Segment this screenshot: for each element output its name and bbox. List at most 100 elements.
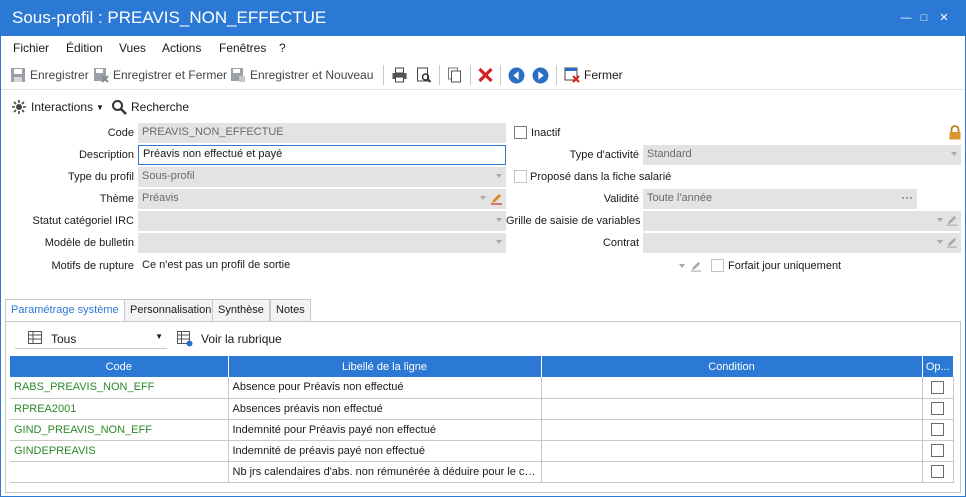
search-button[interactable]: Recherche <box>111 95 189 119</box>
row-code[interactable]: GINDEPREAVIS <box>10 440 229 462</box>
chevron-down-icon <box>496 240 502 244</box>
next-icon[interactable] <box>532 67 549 84</box>
divider <box>1 89 965 90</box>
row-code[interactable]: GIND_PREAVIS_NON_EFF <box>10 419 229 441</box>
forfait-label: Forfait jour uniquement <box>728 260 842 272</box>
column-header-condition[interactable]: Condition <box>541 356 923 377</box>
row-option-cell <box>922 377 954 399</box>
irc-select[interactable] <box>138 211 506 231</box>
row-condition[interactable] <box>541 440 923 462</box>
row-option-cell <box>922 419 954 441</box>
save-new-button[interactable]: Enregistrer et Nouveau <box>230 63 373 87</box>
grid-input-select[interactable] <box>643 211 961 231</box>
tab-personnalisation[interactable]: Personnalisation <box>124 299 218 321</box>
save-icon <box>11 68 25 82</box>
row-code[interactable]: RPREA2001 <box>10 398 229 420</box>
minimize-button[interactable]: — <box>897 10 915 26</box>
description-input[interactable]: Préavis non effectué et payé <box>138 145 506 165</box>
delete-icon[interactable] <box>477 67 494 83</box>
bulletin-select[interactable] <box>138 233 506 253</box>
edit-pencil-icon[interactable] <box>946 236 958 248</box>
chevron-down-icon <box>951 152 957 156</box>
table-row[interactable]: RABS_PREAVIS_NON_EFF Absence pour Préavi… <box>10 377 954 399</box>
print-preview-icon[interactable] <box>415 67 432 83</box>
copy-icon[interactable] <box>446 67 463 83</box>
menu-fichier[interactable]: Fichier <box>13 41 49 55</box>
code-field: PREAVIS_NON_EFFECTUE <box>138 123 506 143</box>
row-checkbox[interactable] <box>931 380 944 394</box>
previous-icon[interactable] <box>508 67 525 84</box>
window: Sous-profil : PREAVIS_NON_EFFECTUE — □ ✕… <box>0 0 966 497</box>
row-label[interactable]: Absences préavis non effectué <box>228 398 542 420</box>
menu-fenetres[interactable]: Fenêtres <box>219 41 266 55</box>
menu-actions[interactable]: Actions <box>162 41 201 55</box>
row-checkbox[interactable] <box>931 423 944 436</box>
tab-synthese[interactable]: Synthèse <box>212 299 270 321</box>
inactive-label: Inactif <box>531 127 561 139</box>
table-row[interactable]: GINDEPREAVIS Indemnité de préavis payé n… <box>10 440 954 462</box>
menu-help[interactable]: ? <box>279 41 286 55</box>
rupture-label: Motifs de rupture <box>51 260 134 272</box>
toolbar-separator <box>439 65 440 85</box>
profile-type-value: Sous-profil <box>142 170 195 182</box>
chevron-down-icon <box>496 218 502 222</box>
table-row[interactable]: Nb jrs calendaires d'abs. non rémunérée … <box>10 461 954 483</box>
row-option-cell <box>922 461 954 483</box>
code-label: Code <box>107 127 134 139</box>
row-condition[interactable] <box>541 419 923 441</box>
theme-select[interactable]: Préavis <box>138 189 506 209</box>
row-code[interactable]: RABS_PREAVIS_NON_EFF <box>10 377 229 399</box>
close-window-button[interactable]: ✕ <box>935 10 953 26</box>
menu-edition[interactable]: Édition <box>66 41 103 55</box>
row-checkbox[interactable] <box>931 402 944 415</box>
chevron-down-icon[interactable] <box>679 264 685 268</box>
maximize-button[interactable]: □ <box>915 10 933 26</box>
contract-select[interactable] <box>643 233 961 253</box>
filter-select[interactable]: Tous ▼ <box>15 327 167 349</box>
view-rubric-button[interactable]: Voir la rubrique <box>177 327 282 351</box>
tab-parametrage-systeme[interactable]: Paramétrage système <box>5 299 125 322</box>
rupture-field[interactable]: Ce n'est pas un profil de sortie <box>138 256 506 276</box>
print-icon[interactable] <box>391 67 408 83</box>
row-condition[interactable] <box>541 398 923 420</box>
inactive-checkbox[interactable] <box>514 126 527 139</box>
chevron-down-icon: ▼ <box>155 332 163 341</box>
table-row[interactable]: GIND_PREAVIS_NON_EFF Indemnité pour Préa… <box>10 419 954 441</box>
close-label: Fermer <box>584 68 623 82</box>
tab-notes[interactable]: Notes <box>270 299 311 321</box>
menu-bar: Fichier Édition Vues Actions Fenêtres ? <box>1 37 965 59</box>
edit-pencil-icon[interactable] <box>490 192 503 205</box>
menu-vues[interactable]: Vues <box>119 41 146 55</box>
rubric-table: Code Libellé de la ligne Condition Op...… <box>10 356 954 483</box>
view-rubric-label: Voir la rubrique <box>201 332 282 346</box>
profile-type-select[interactable]: Sous-profil <box>138 167 506 187</box>
row-label[interactable]: Nb jrs calendaires d'abs. non rémunérée … <box>228 461 542 483</box>
row-option-cell <box>922 398 954 420</box>
row-code[interactable] <box>10 461 229 483</box>
forfait-checkbox[interactable] <box>711 259 724 272</box>
proposed-checkbox[interactable] <box>514 170 527 183</box>
save-close-button[interactable]: Enregistrer et Fermer <box>93 63 227 87</box>
row-checkbox[interactable] <box>931 444 944 457</box>
row-checkbox[interactable] <box>931 465 944 478</box>
toolbar: Enregistrer Enregistrer et Fermer Enregi… <box>1 63 965 87</box>
edit-pencil-icon[interactable] <box>690 260 702 272</box>
interactions-button[interactable]: Interactions ▼ <box>11 95 104 119</box>
activity-type-select[interactable]: Standard <box>643 145 961 165</box>
toolbar-separator <box>500 65 501 85</box>
column-header-optional[interactable]: Op... <box>922 356 953 377</box>
row-condition[interactable] <box>541 461 923 483</box>
row-label[interactable]: Indemnité de préavis payé non effectué <box>228 440 542 462</box>
table-row[interactable]: RPREA2001 Absences préavis non effectué <box>10 398 954 420</box>
row-condition[interactable] <box>541 377 923 399</box>
column-header-code[interactable]: Code <box>10 356 229 377</box>
validity-field[interactable]: Toute l'année ··· <box>643 189 917 209</box>
more-icon[interactable]: ··· <box>901 190 913 204</box>
table-icon <box>28 331 42 344</box>
save-button[interactable]: Enregistrer <box>10 63 89 87</box>
row-label[interactable]: Absence pour Préavis non effectué <box>228 377 542 399</box>
row-label[interactable]: Indemnité pour Préavis payé non effectué <box>228 419 542 441</box>
edit-pencil-icon[interactable] <box>946 214 958 226</box>
column-header-label[interactable]: Libellé de la ligne <box>228 356 542 377</box>
close-button[interactable]: Fermer <box>564 63 623 87</box>
